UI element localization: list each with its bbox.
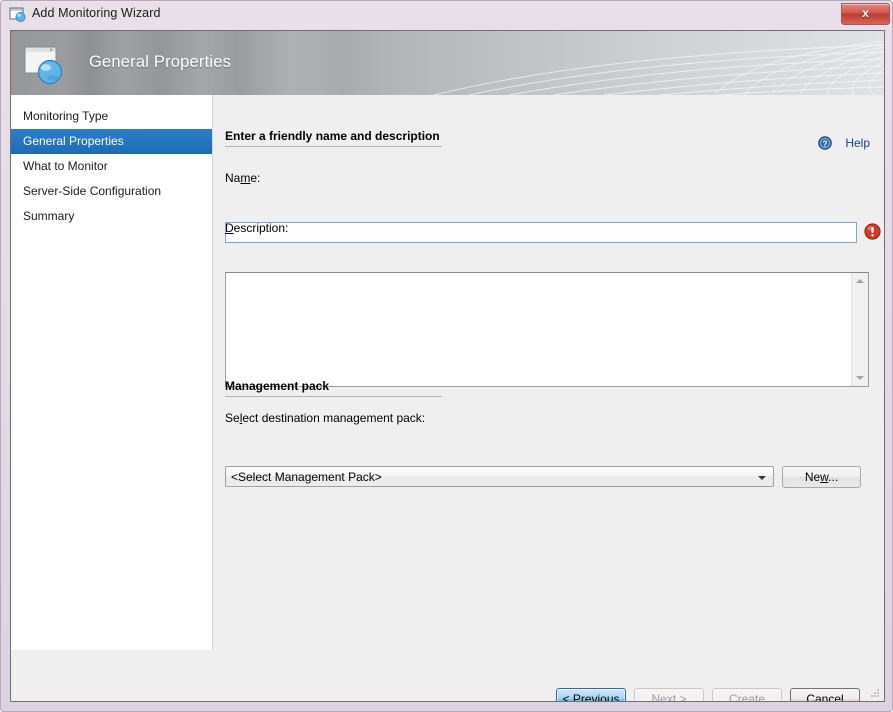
wizard-window: Add Monitoring Wizard x: [0, 0, 893, 712]
window-title: Add Monitoring Wizard: [32, 6, 161, 20]
description-label: Description:: [225, 221, 288, 235]
help-circle-icon[interactable]: ?: [818, 136, 832, 150]
sidebar-item-label: What to Monitor: [23, 159, 108, 173]
name-label: Name:: [225, 171, 260, 185]
next-button: Next >: [634, 688, 704, 702]
description-textarea[interactable]: [226, 273, 851, 386]
previous-button[interactable]: < Previous: [556, 688, 626, 702]
description-label-post: escription:: [234, 221, 289, 235]
sidebar-item-what-to-monitor[interactable]: What to Monitor: [11, 154, 212, 179]
new-button-post: ...: [828, 470, 838, 484]
previous-label-pre: <: [562, 692, 572, 702]
chevron-up-icon: [856, 279, 864, 283]
close-icon: x: [842, 4, 889, 24]
previous-label-post: revious: [581, 692, 620, 702]
page-title: General Properties: [89, 53, 231, 72]
name-label-pre: Na: [225, 171, 240, 185]
sidebar-item-general-properties[interactable]: General Properties: [11, 129, 212, 154]
mp-label-post: ect destination management pack:: [242, 411, 425, 425]
sidebar-item-label: Summary: [23, 209, 74, 223]
window-sphere-icon: [9, 6, 27, 24]
sidebar-item-label: Server-Side Configuration: [23, 184, 161, 198]
name-label-accel: m: [240, 171, 250, 185]
new-button-pre: Ne: [805, 470, 820, 484]
management-pack-selected-value: <Select Management Pack>: [231, 470, 382, 484]
chevron-down-icon: [758, 476, 766, 480]
title-bar: Add Monitoring Wizard x: [1, 1, 893, 29]
name-label-post: e:: [250, 171, 260, 185]
description-scrollbar[interactable]: [851, 273, 868, 386]
create-label-post: eate: [742, 692, 765, 702]
management-pack-dropdown[interactable]: <Select Management Pack>: [225, 466, 774, 487]
section-rule: [225, 396, 442, 397]
error-exclamation-icon: [864, 223, 881, 240]
banner-mesh-graphic: [414, 31, 884, 95]
chevron-down-icon: [856, 376, 864, 380]
create-label-pre: C: [729, 692, 738, 702]
sidebar-item-label: General Properties: [23, 134, 124, 148]
section-heading-management-pack: Management pack: [225, 379, 329, 393]
close-button[interactable]: x: [841, 3, 890, 25]
wizard-footer: < Previous Next > Create Cancel: [11, 650, 884, 701]
section-rule: [225, 146, 442, 147]
next-label-accel: N: [651, 692, 660, 702]
previous-label-accel: P: [573, 692, 581, 702]
cancel-button[interactable]: Cancel: [790, 688, 860, 702]
new-management-pack-button[interactable]: New...: [782, 466, 861, 488]
sidebar-item-monitoring-type[interactable]: Monitoring Type: [11, 104, 212, 129]
cancel-label-post: ancel: [815, 692, 844, 702]
resize-grip-icon[interactable]: [869, 687, 881, 699]
mp-label-pre: Se: [225, 411, 240, 425]
next-label-post: ext >: [660, 692, 686, 702]
sidebar-item-server-side-configuration[interactable]: Server-Side Configuration: [11, 179, 212, 204]
description-box: [225, 272, 869, 387]
scroll-up-button[interactable]: [852, 273, 868, 290]
help-link[interactable]: Help: [845, 136, 870, 150]
new-button-accel: w: [820, 470, 828, 484]
scroll-down-button[interactable]: [852, 369, 868, 386]
name-input[interactable]: [225, 222, 857, 243]
svg-text:?: ?: [822, 138, 827, 148]
description-label-accel: D: [225, 221, 234, 235]
cancel-label-accel: C: [806, 692, 815, 702]
create-button: Create: [712, 688, 782, 702]
window-sphere-icon: [24, 44, 70, 86]
management-pack-label: Select destination management pack:: [225, 411, 425, 425]
sidebar-item-summary[interactable]: Summary: [11, 204, 212, 229]
client-area: General Properties Monitoring Type Gener…: [10, 30, 885, 702]
wizard-steps-sidebar: Monitoring Type General Properties What …: [11, 95, 213, 650]
wizard-banner: General Properties: [11, 31, 884, 95]
sidebar-item-label: Monitoring Type: [23, 109, 108, 123]
section-heading-friendly-name: Enter a friendly name and description: [225, 129, 440, 143]
main-content: ? Help Enter a friendly name and descrip…: [214, 95, 884, 650]
